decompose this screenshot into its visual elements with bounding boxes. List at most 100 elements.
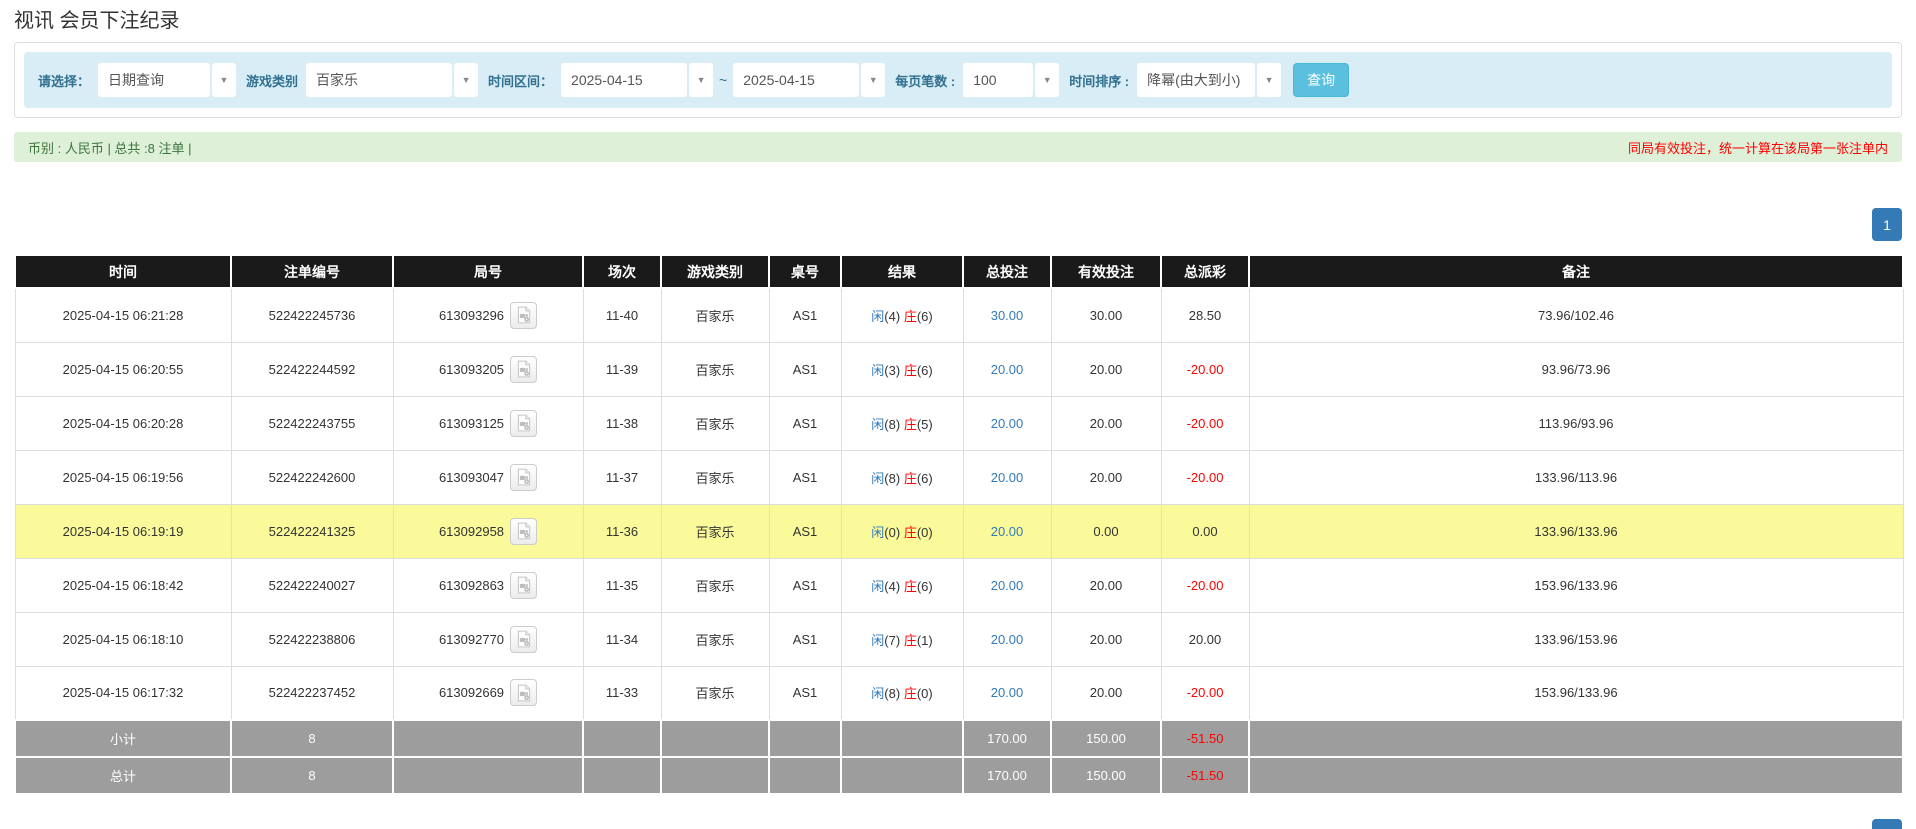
cell-payout: -20.00 (1161, 450, 1249, 504)
total-bet-sum: 170.00 (963, 757, 1051, 794)
table-total-row: 小计 8 170.00 150.00 -51.50 (15, 720, 1903, 757)
cell-time: 2025-04-15 06:18:10 (15, 612, 231, 666)
result-player-label: 闲 (871, 363, 884, 378)
chevron-down-icon[interactable]: ▼ (454, 63, 478, 97)
game-type-label: 游戏类别 (246, 71, 298, 90)
cell-total-bet: 20.00 (963, 396, 1051, 450)
round-id-text: 613092770 (439, 632, 504, 647)
result-banker-points: (6) (917, 471, 933, 486)
page-1-button[interactable]: 1 (1872, 208, 1902, 241)
time-sort-select[interactable]: 降幂(由大到小) ▼ (1137, 63, 1281, 97)
cell-round-id: 613093205 (393, 342, 583, 396)
table-row: 2025-04-15 06:17:32 522422237452 6130926… (15, 666, 1903, 720)
query-type-select[interactable]: 日期查询 ▼ (98, 63, 236, 97)
cell-total-bet: 20.00 (963, 450, 1051, 504)
col-header-payout: 总派彩 (1161, 255, 1249, 288)
total-bet-link[interactable]: 20.00 (991, 362, 1024, 377)
total-bet-link[interactable]: 20.00 (991, 632, 1024, 647)
result-banker-label: 庄 (904, 525, 917, 540)
page-size-select[interactable]: 100 ▼ (963, 63, 1059, 97)
result-banker-points: (0) (917, 686, 933, 701)
col-header-result: 结果 (841, 255, 963, 288)
date-from-select[interactable]: 2025-04-15 ▼ (561, 63, 713, 97)
col-header-bet-id: 注单编号 (231, 255, 393, 288)
cell-table-no: AS1 (769, 666, 841, 720)
table-total-row: 总计 8 170.00 150.00 -51.50 (15, 757, 1903, 794)
total-bet-link[interactable]: 20.00 (991, 416, 1024, 431)
result-banker-points: (6) (917, 363, 933, 378)
cell-time: 2025-04-15 06:20:28 (15, 396, 231, 450)
cell-total-bet: 20.00 (963, 558, 1051, 612)
round-id-text: 613092863 (439, 578, 504, 593)
video-replay-button[interactable] (510, 302, 537, 329)
result-player-label: 闲 (871, 525, 884, 540)
valid-bet-sum: 150.00 (1051, 720, 1161, 757)
cell-round-id: 613093296 (393, 288, 583, 342)
total-bet-link[interactable]: 20.00 (991, 685, 1024, 700)
total-bet-link[interactable]: 30.00 (991, 308, 1024, 323)
video-replay-button[interactable] (510, 356, 537, 383)
result-player-points: (8) (884, 471, 900, 486)
search-button[interactable]: 查询 (1293, 63, 1349, 97)
cell-session: 11-35 (583, 558, 661, 612)
cell-remark: 93.96/73.96 (1249, 342, 1903, 396)
game-type-select[interactable]: 百家乐 ▼ (306, 63, 478, 97)
chevron-down-icon[interactable]: ▼ (861, 63, 885, 97)
cell-remark: 73.96/102.46 (1249, 288, 1903, 342)
total-bet-sum: 170.00 (963, 720, 1051, 757)
total-bet-link[interactable]: 20.00 (991, 470, 1024, 485)
result-player-points: (4) (884, 579, 900, 594)
cell-result: 闲(8) 庄(6) (841, 450, 963, 504)
video-replay-button[interactable] (510, 679, 537, 706)
table-row: 2025-04-15 06:21:28 522422245736 6130932… (15, 288, 1903, 342)
cell-table-no: AS1 (769, 342, 841, 396)
cell-bet-id: 522422240027 (231, 558, 393, 612)
col-header-round-id: 局号 (393, 255, 583, 288)
chevron-down-icon[interactable]: ▼ (1257, 63, 1281, 97)
video-file-icon (515, 306, 533, 324)
result-banker-label: 庄 (904, 417, 917, 432)
result-player-points: (3) (884, 363, 900, 378)
cell-total-bet: 20.00 (963, 612, 1051, 666)
total-count: 8 (231, 757, 393, 794)
video-replay-button[interactable] (510, 464, 537, 491)
cell-bet-id: 522422242600 (231, 450, 393, 504)
cell-table-no: AS1 (769, 558, 841, 612)
total-bet-link[interactable]: 20.00 (991, 578, 1024, 593)
valid-bet-sum: 150.00 (1051, 757, 1161, 794)
cell-time: 2025-04-15 06:21:28 (15, 288, 231, 342)
page-1-button-bottom[interactable]: 1 (1872, 819, 1902, 829)
chevron-down-icon[interactable]: ▼ (1035, 63, 1059, 97)
video-replay-button[interactable] (510, 626, 537, 653)
video-replay-button[interactable] (510, 518, 537, 545)
cell-game-type: 百家乐 (661, 612, 769, 666)
cell-total-bet: 20.00 (963, 504, 1051, 558)
result-player-label: 闲 (871, 686, 884, 701)
pagination-bottom: 1 (14, 819, 1902, 829)
video-replay-button[interactable] (510, 572, 537, 599)
cell-session: 11-40 (583, 288, 661, 342)
cell-valid-bet: 20.00 (1051, 450, 1161, 504)
payout-sum: -51.50 (1161, 757, 1249, 794)
cell-bet-id: 522422243755 (231, 396, 393, 450)
time-range-label: 时间区间： (488, 71, 553, 90)
video-replay-button[interactable] (510, 410, 537, 437)
result-player-points: (7) (884, 633, 900, 648)
chevron-down-icon[interactable]: ▼ (689, 63, 713, 97)
cell-session: 11-37 (583, 450, 661, 504)
page-size-value: 100 (963, 63, 1033, 97)
summary-bar: 币别 : 人民币 | 总共 :8 注单 | 同局有效投注，统一计算在该局第一张注… (14, 132, 1902, 162)
cell-valid-bet: 20.00 (1051, 612, 1161, 666)
date-to-select[interactable]: 2025-04-15 ▼ (733, 63, 885, 97)
cell-session: 11-38 (583, 396, 661, 450)
cell-time: 2025-04-15 06:17:32 (15, 666, 231, 720)
cell-valid-bet: 0.00 (1051, 504, 1161, 558)
total-bet-link[interactable]: 20.00 (991, 524, 1024, 539)
cell-session: 11-34 (583, 612, 661, 666)
video-file-icon (515, 684, 533, 702)
cell-payout: -20.00 (1161, 396, 1249, 450)
cell-valid-bet: 20.00 (1051, 342, 1161, 396)
cell-payout: 0.00 (1161, 504, 1249, 558)
chevron-down-icon[interactable]: ▼ (212, 63, 236, 97)
result-banker-label: 庄 (904, 309, 917, 324)
